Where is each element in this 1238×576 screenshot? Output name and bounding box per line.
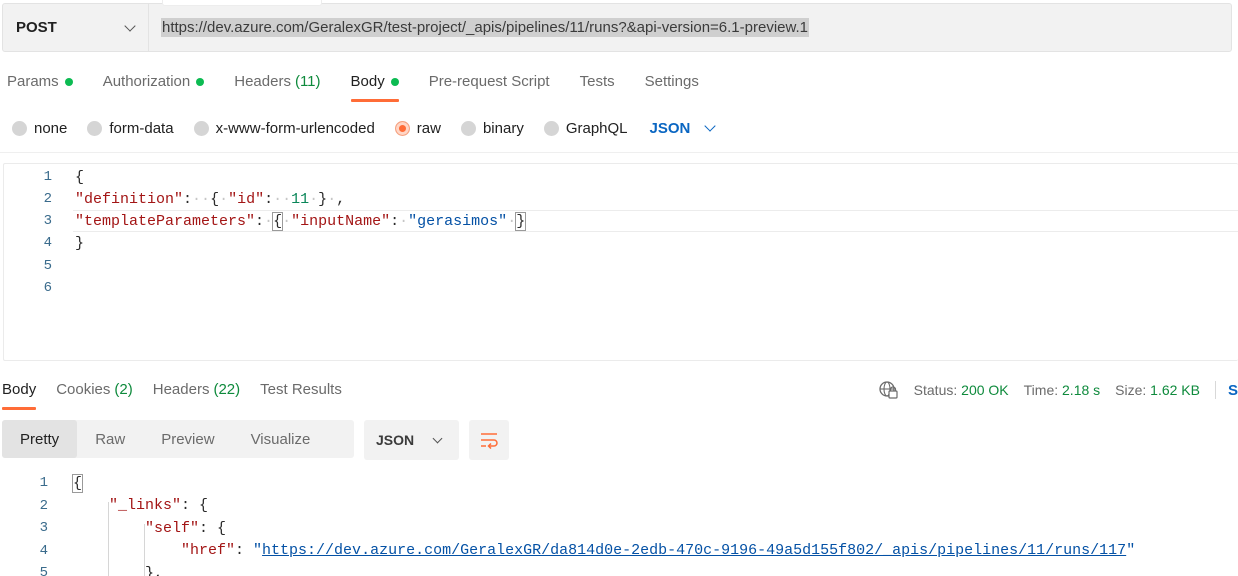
response-view-modes: Pretty Raw Preview Visualize [2,420,354,458]
radio-none[interactable]: none [12,120,67,137]
url-text: https://dev.azure.com/GeralexGR/test-pro… [161,18,810,37]
radio-circle[interactable] [87,120,103,136]
href-link[interactable]: https://dev.azure.com/GeralexGR/da814d0e… [262,542,1126,559]
tab-cookies[interactable]: Cookies (2) [56,370,133,410]
status-code[interactable]: Status: 200 OK [914,382,1009,398]
radio-binary[interactable]: binary [460,120,524,137]
code-line: 2 "_links": { [0,495,1238,518]
body-type-options: none form-data x-www-form-urlencoded raw… [12,115,717,141]
wrap-lines-icon [481,433,498,449]
line-number: 5 [43,258,52,274]
url-bar: POST https://dev.azure.com/GeralexGR/tes… [2,3,1232,52]
line-number: 1 [39,475,48,492]
wrap-lines-button[interactable] [469,420,509,460]
chevron-down-icon [432,433,443,443]
response-time[interactable]: Time: 2.18 s [1024,382,1101,398]
code-line: 5 }, [0,562,1238,576]
radio-circle[interactable] [460,120,476,136]
line-number: 2 [39,497,48,514]
tab-response-headers[interactable]: Headers (22) [153,370,240,410]
indicator-dot [390,78,399,86]
divider [0,152,1238,153]
code-line: 2 "definition":··{·"id":··11·}·, [4,188,1238,210]
method-label: POST [16,19,57,36]
response-tabs: Body Cookies (2) Headers (22) Test Results [2,370,362,410]
radio-circle[interactable] [12,120,27,136]
chevron-down-icon [124,19,136,32]
response-format-select[interactable]: JSON [364,420,459,460]
code-line: 5 [4,255,1238,277]
chevron-down-icon [704,120,717,132]
line-number: 3 [43,213,52,229]
radio-circle[interactable] [193,120,209,136]
radio-x-www-form-urlencoded[interactable]: x-www-form-urlencoded [193,120,375,137]
line-number: 2 [43,191,52,207]
line-number: 4 [39,542,48,559]
radio-raw[interactable]: raw [394,120,441,137]
tab-settings[interactable]: Settings [645,62,699,102]
tab-authorization[interactable]: Authorization [103,62,205,102]
response-size[interactable]: Size: 1.62 KB [1115,382,1200,398]
view-raw[interactable]: Raw [77,420,143,458]
code-line: 3 "self": { [0,517,1238,540]
tab-tests[interactable]: Tests [580,62,615,102]
tab-params[interactable]: Params [7,62,73,102]
response-body-viewer[interactable]: 1 { 2 "_links": { 3 "self": { 4 "href": … [0,472,1238,576]
globe-network-icon[interactable] [878,380,898,400]
save-response-button[interactable]: S [1228,382,1238,399]
line-number: 6 [43,280,52,296]
view-visualize[interactable]: Visualize [233,420,329,458]
tab-response-body[interactable]: Body [2,370,37,410]
tab-body[interactable]: Body [350,62,399,102]
method-select[interactable]: POST [3,4,149,51]
tab-headers[interactable]: Headers (11) [234,62,320,102]
line-number: 3 [39,520,48,537]
code-line: 4 "href": "https://dev.azure.com/Geralex… [0,540,1238,563]
indicator-dot [64,78,73,86]
line-number: 1 [43,169,52,185]
code-line: 1 { [4,166,1238,188]
code-line: 1 { [0,472,1238,495]
url-input[interactable]: https://dev.azure.com/GeralexGR/test-pro… [149,18,1231,37]
line-number: 5 [39,565,48,576]
radio-graphql[interactable]: GraphQL [543,120,628,137]
code-line: 6 [4,277,1238,299]
tab-test-results[interactable]: Test Results [260,370,342,410]
divider [1215,381,1216,399]
radio-form-data[interactable]: form-data [87,120,174,137]
code-line: 4 } [4,232,1238,254]
line-number: 4 [43,235,52,251]
tab-pre-request-script[interactable]: Pre-request Script [429,62,550,102]
view-pretty[interactable]: Pretty [2,420,78,458]
tab-edge [162,0,322,6]
request-tabs: Params Authorization Headers (11) Body Pr… [7,62,729,102]
view-preview[interactable]: Preview [143,420,232,458]
indicator-dot [196,78,205,86]
request-body-editor[interactable]: 1 { 2 "definition":··{·"id":··11·}·, 3 "… [3,163,1238,361]
body-format-select[interactable]: JSON [650,120,717,137]
radio-circle[interactable] [543,120,559,136]
radio-circle[interactable] [394,120,410,136]
response-status-bar: Status: 200 OK Time: 2.18 s Size: 1.62 K… [878,378,1238,402]
code-line-active: 3 "templateParameters":·{·"inputName":·"… [4,210,1238,232]
